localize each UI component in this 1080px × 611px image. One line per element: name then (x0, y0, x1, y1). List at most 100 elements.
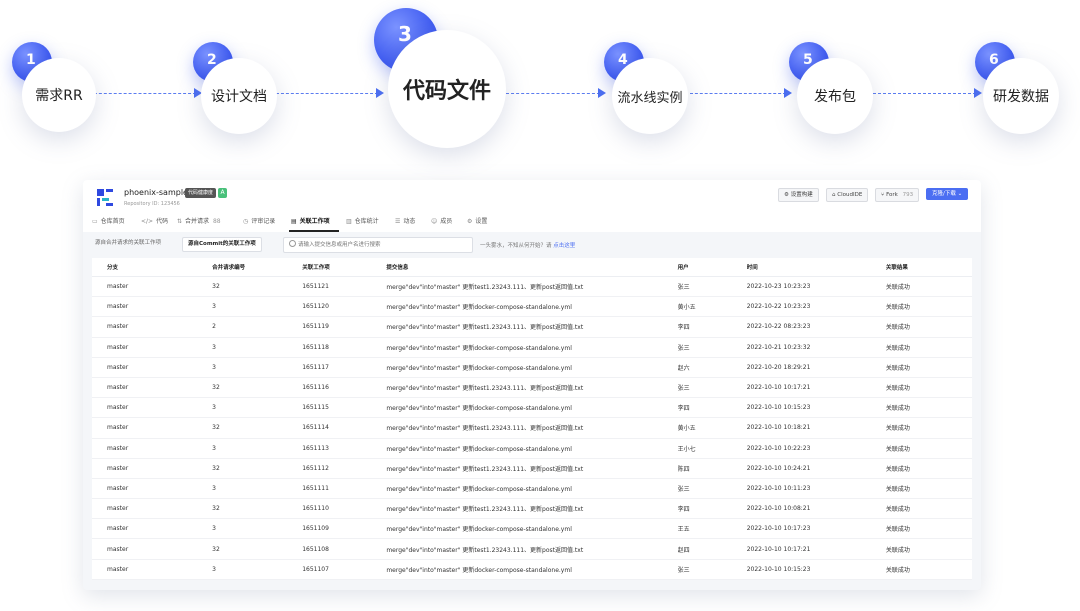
workitem-id-cell[interactable]: 1651114 (302, 417, 387, 439)
table-row[interactable]: master 3 1651107 merge"dev"into"master" 更新d… (92, 559, 972, 580)
time-cell: 2022-10-21 10:23:32 (746, 337, 886, 358)
commit-message-cell[interactable]: merge"dev"into"master" 更新test1.23243.111… (386, 417, 678, 439)
stage-circle: 流水线实例 (612, 58, 688, 134)
mr-number-cell: 3 (212, 296, 303, 318)
table-row[interactable]: master 32 1651112 merge"dev"into"master" 更新… (92, 458, 972, 479)
commit-message-cell[interactable]: merge"dev"into"master" 更新docker-compose-… (386, 438, 678, 459)
build-settings-button[interactable]: ⚙ 设置构建 (778, 188, 819, 202)
tab-review-records[interactable]: ◷ 评审记录 (243, 216, 275, 225)
filter-from-merge-request[interactable]: 源自合并请求的关联工作项 (90, 237, 166, 250)
workitem-id-cell[interactable]: 1651113 (302, 438, 387, 459)
tab-activity[interactable]: ☰ 动态 (395, 216, 415, 225)
tab-settings[interactable]: ⚙ 设置 (467, 216, 487, 225)
health-grade-badge: A (218, 188, 227, 198)
fork-button[interactable]: ⑂ Fork 793 (875, 188, 920, 202)
workitem-id-cell[interactable]: 1651121 (302, 276, 387, 298)
user-cell: 黄小五 (677, 296, 747, 318)
table-row[interactable]: master 32 1651114 merge"dev"into"master" 更新… (92, 417, 972, 439)
workitem-id-cell[interactable]: 1651108 (302, 538, 387, 560)
result-cell: 关联成功 (885, 357, 972, 378)
tab-code[interactable]: </> 代码 (141, 216, 168, 225)
help-hint-text: 一头雾水，不知从何开始？请 (480, 243, 552, 249)
branch-cell: master (92, 478, 213, 500)
result-cell: 关联成功 (885, 518, 972, 540)
commit-message-cell[interactable]: merge"dev"into"master" 更新docker-compose-… (386, 518, 678, 540)
time-cell: 2022-10-10 10:17:21 (746, 538, 886, 560)
tab-label: 仓库首页 (100, 218, 125, 225)
branch-cell: master (92, 337, 213, 358)
time-cell: 2022-10-10 10:15:23 (746, 397, 886, 419)
time-cell: 2022-10-10 10:17:21 (746, 377, 886, 399)
table-row[interactable]: master 3 1651120 merge"dev"into"master" 更新d… (92, 296, 972, 318)
search-input[interactable] (298, 238, 468, 252)
home-icon: ▭ (92, 218, 98, 225)
commit-message-cell[interactable]: merge"dev"into"master" 更新test1.23243.111… (386, 377, 678, 399)
fork-label: Fork (886, 192, 898, 198)
commit-message-cell[interactable]: merge"dev"into"master" 更新test1.23243.111… (386, 316, 678, 338)
help-link[interactable]: 点击这里 (553, 243, 575, 249)
cloudide-label: CloudIDE (837, 192, 863, 198)
commit-message-cell[interactable]: merge"dev"into"master" 更新docker-compose-… (386, 296, 678, 318)
workitem-id-cell[interactable]: 1651109 (302, 518, 387, 540)
column-header-user: 用户 (677, 258, 747, 277)
table-row[interactable]: master 3 1651109 merge"dev"into"master" 更新d… (92, 518, 972, 540)
branch-cell: master (92, 296, 213, 318)
commit-message-cell[interactable]: merge"dev"into"master" 更新docker-compose-… (386, 559, 678, 580)
time-cell: 2022-10-22 08:23:23 (746, 316, 886, 338)
clone-download-button[interactable]: 克隆/下载 ⌄ (926, 188, 969, 200)
connector-line (868, 93, 976, 94)
workitem-id-cell[interactable]: 1651118 (302, 337, 387, 358)
result-cell: 关联成功 (885, 478, 972, 500)
repo-tabs: ▭ 仓库首页 </> 代码 ⇅ 合并请求 88 ◷ 评审记录 ▤ 关联工作项 ▥ 仓库统计 … (83, 214, 981, 232)
commit-message-cell[interactable]: merge"dev"into"master" 更新test1.23243.111… (386, 498, 678, 520)
time-cell: 2022-10-20 18:29:21 (746, 357, 886, 378)
workitem-id-cell[interactable]: 1651120 (302, 296, 387, 318)
tab-members[interactable]: ☺ 成员 (431, 216, 452, 225)
table-row[interactable]: master 3 1651113 merge"dev"into"master" 更新d… (92, 438, 972, 459)
workitem-id-cell[interactable]: 1651111 (302, 478, 387, 500)
column-header-branch: 分支 (92, 258, 213, 277)
repo-name[interactable]: phoenix-sample (124, 188, 188, 197)
cloudide-button[interactable]: ⌂ CloudIDE (826, 188, 869, 202)
search-box (283, 237, 473, 253)
tab-repo-home[interactable]: ▭ 仓库首页 (92, 216, 125, 225)
tab-linked-workitems[interactable]: ▤ 关联工作项 (291, 216, 330, 225)
time-cell: 2022-10-23 10:23:23 (746, 276, 886, 298)
stage-label: 流水线实例 (617, 90, 683, 106)
table-row[interactable]: master 32 1651116 merge"dev"into"master" 更新… (92, 377, 972, 399)
workitem-id-cell[interactable]: 1651110 (302, 498, 387, 520)
table-row[interactable]: master 3 1651115 merge"dev"into"master" 更新d… (92, 397, 972, 419)
workitem-id-cell[interactable]: 1651115 (302, 397, 387, 419)
time-cell: 2022-10-10 10:24:21 (746, 458, 886, 479)
commit-message-cell[interactable]: merge"dev"into"master" 更新test1.23243.111… (386, 276, 678, 298)
table-row[interactable]: master 3 1651111 merge"dev"into"master" 更新d… (92, 478, 972, 500)
time-cell: 2022-10-10 10:11:23 (746, 478, 886, 500)
workitem-id-cell[interactable]: 1651117 (302, 357, 387, 378)
tab-repo-stats[interactable]: ▥ 仓库统计 (346, 216, 379, 225)
table-row[interactable]: master 32 1651110 merge"dev"into"master" 更新… (92, 498, 972, 520)
table-row[interactable]: master 32 1651108 merge"dev"into"master" 更新… (92, 538, 972, 560)
workitem-id-cell[interactable]: 1651112 (302, 458, 387, 479)
mr-number-cell: 3 (212, 518, 303, 540)
workitem-id-cell[interactable]: 1651119 (302, 316, 387, 338)
commit-message-cell[interactable]: merge"dev"into"master" 更新docker-compose-… (386, 357, 678, 378)
table-row[interactable]: master 2 1651119 merge"dev"into"master" 更新t… (92, 316, 972, 338)
tab-merge-requests[interactable]: ⇅ 合并请求 88 (177, 216, 221, 225)
workitem-id-cell[interactable]: 1651107 (302, 559, 387, 580)
commit-message-cell[interactable]: merge"dev"into"master" 更新test1.23243.111… (386, 538, 678, 560)
commit-message-cell[interactable]: merge"dev"into"master" 更新docker-compose-… (386, 478, 678, 500)
commit-message-cell[interactable]: merge"dev"into"master" 更新docker-compose-… (386, 397, 678, 419)
workitem-id-cell[interactable]: 1651116 (302, 377, 387, 399)
commit-message-cell[interactable]: merge"dev"into"master" 更新docker-compose-… (386, 337, 678, 358)
mr-number-cell: 3 (212, 438, 303, 459)
filter-from-commit[interactable]: 源自Commit的关联工作项 (182, 237, 262, 252)
table-row[interactable]: master 3 1651118 merge"dev"into"master" 更新d… (92, 337, 972, 358)
user-cell: 张三 (677, 377, 747, 399)
user-cell: 张三 (677, 559, 747, 580)
table-row[interactable]: master 32 1651121 merge"dev"into"master" 更新… (92, 276, 972, 298)
table-row[interactable]: master 3 1651117 merge"dev"into"master" 更新d… (92, 357, 972, 378)
user-cell: 陈四 (677, 458, 747, 479)
commit-message-cell[interactable]: merge"dev"into"master" 更新test1.23243.111… (386, 458, 678, 479)
tab-label: 评审记录 (251, 218, 276, 225)
workitem-table: 分支 合并请求编号 关联工作项 提交信息 用户 时间 关联结果 master 32… (92, 258, 972, 580)
